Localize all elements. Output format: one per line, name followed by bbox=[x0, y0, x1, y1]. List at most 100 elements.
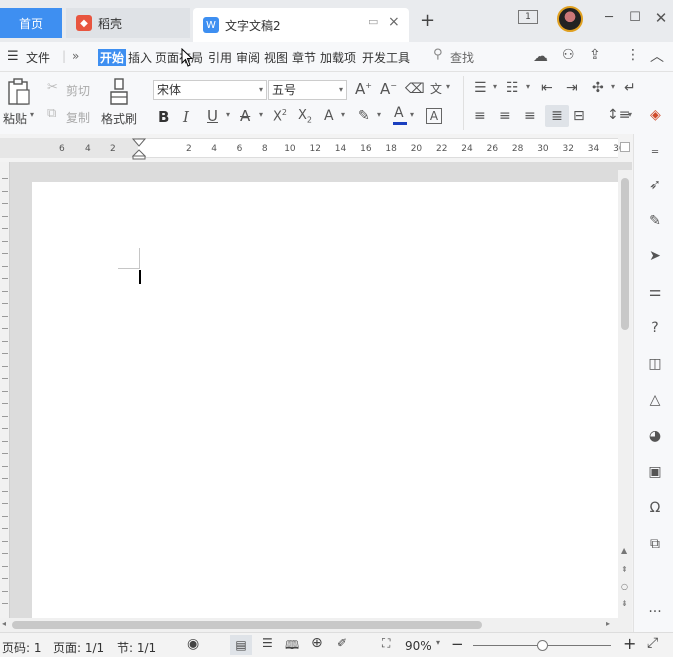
chevron-down-icon[interactable]: ▾ bbox=[377, 110, 381, 119]
shrink-font-icon[interactable]: A− bbox=[380, 80, 397, 98]
omega-icon[interactable]: Ω bbox=[646, 499, 664, 517]
more-tabs-icon[interactable]: » bbox=[72, 49, 79, 63]
pen-icon[interactable]: ✎ bbox=[646, 212, 664, 230]
new-tab-icon[interactable]: + bbox=[420, 10, 435, 31]
chevron-down-icon[interactable]: ▾ bbox=[493, 82, 497, 91]
writing-mode-icon[interactable]: ✐ bbox=[337, 636, 347, 650]
menu-tab-developer[interactable]: 开发工具 bbox=[362, 49, 410, 66]
menu-tab-insert[interactable]: 插入 bbox=[128, 49, 152, 66]
align-right-icon[interactable]: ≡ bbox=[524, 108, 536, 124]
more-options-icon[interactable]: ⋮ bbox=[626, 47, 640, 63]
bullet-list-icon[interactable]: ☰ bbox=[474, 80, 487, 96]
web-view-icon[interactable]: ⊕ bbox=[311, 635, 323, 651]
search-icon[interactable]: ⚲ bbox=[433, 47, 443, 62]
palette-icon[interactable]: ◕ bbox=[646, 427, 664, 445]
vertical-scrollbar[interactable]: ▲ ⇞ ○ ⇟ bbox=[618, 170, 632, 618]
minimize-icon[interactable]: ─ bbox=[600, 9, 618, 27]
image-icon[interactable]: ▣ bbox=[646, 463, 664, 481]
align-left-icon[interactable]: ≡ bbox=[474, 108, 486, 124]
clear-format-icon[interactable]: ⌫ bbox=[405, 81, 425, 97]
text-effect-icon[interactable]: A bbox=[324, 108, 334, 124]
format-painter-label[interactable]: 格式刷 bbox=[101, 110, 137, 127]
menu-tab-review[interactable]: 审阅 bbox=[236, 49, 260, 66]
fill-icon[interactable]: △ bbox=[646, 391, 664, 409]
help-icon[interactable]: ? bbox=[646, 319, 664, 337]
superscript-icon[interactable]: X2 bbox=[273, 108, 287, 124]
document-page[interactable] bbox=[32, 182, 618, 618]
chevron-down-icon[interactable]: ▾ bbox=[436, 638, 440, 647]
menu-tab-view[interactable]: 视图 bbox=[264, 49, 288, 66]
copy-label[interactable]: 复制 bbox=[66, 109, 90, 126]
indent-marker-icon[interactable] bbox=[132, 138, 146, 160]
fit-page-icon[interactable]: ⛶ bbox=[382, 636, 390, 651]
shapes-icon[interactable]: ◫ bbox=[646, 355, 664, 373]
scroll-left-icon[interactable]: ◂ bbox=[2, 619, 6, 628]
shading-icon[interactable]: ◈ bbox=[650, 107, 661, 123]
tab-count-icon[interactable]: 1 bbox=[518, 10, 538, 24]
zoom-in-icon[interactable]: + bbox=[623, 634, 636, 653]
close-tab-icon[interactable]: × bbox=[388, 14, 400, 30]
show-marks-icon[interactable]: ↵ bbox=[624, 80, 636, 96]
ruler-toggle-icon[interactable] bbox=[620, 142, 630, 152]
font-size-select[interactable]: 五号 ▾ bbox=[268, 80, 347, 100]
chevron-down-icon[interactable]: ▾ bbox=[628, 110, 632, 119]
chevron-down-icon[interactable]: ▾ bbox=[526, 82, 530, 91]
eye-protection-icon[interactable]: ◉ bbox=[187, 636, 199, 652]
tab-daoke[interactable]: ◆ 稻壳 bbox=[66, 8, 190, 38]
tab-home[interactable]: 首页 bbox=[0, 8, 62, 38]
distributed-align-icon[interactable]: ⊟ bbox=[573, 108, 585, 124]
grow-font-icon[interactable]: A+ bbox=[355, 80, 372, 98]
cut-label[interactable]: 剪切 bbox=[66, 82, 90, 99]
monitor-icon[interactable]: ▭ bbox=[368, 15, 378, 28]
menu-tab-addins[interactable]: 加载项 bbox=[320, 49, 356, 66]
plugin-icon[interactable]: ⧉ bbox=[646, 535, 664, 553]
chevron-down-icon[interactable]: ▾ bbox=[226, 110, 230, 119]
section-count[interactable]: 节: 1/1 bbox=[117, 639, 156, 656]
chevron-down-icon[interactable]: ▾ bbox=[611, 82, 615, 91]
zoom-slider-thumb[interactable] bbox=[536, 640, 548, 651]
hamburger-icon[interactable]: ☰ bbox=[7, 49, 19, 64]
chevron-down-icon[interactable]: ▾ bbox=[446, 82, 450, 91]
scroll-up-icon[interactable]: ▲ bbox=[621, 546, 627, 555]
italic-icon[interactable]: I bbox=[183, 108, 189, 126]
menu-tab-references[interactable]: 引用 bbox=[208, 49, 232, 66]
page-view-icon[interactable]: ▤ bbox=[230, 635, 252, 655]
reading-view-icon[interactable]: 🕮 bbox=[285, 636, 299, 657]
page-code[interactable]: 页码: 1 bbox=[2, 639, 42, 656]
char-border-icon[interactable]: A bbox=[426, 108, 442, 124]
chinese-layout-icon[interactable]: ✣ bbox=[592, 80, 604, 96]
increase-indent-icon[interactable]: ⇥ bbox=[566, 80, 578, 96]
select-browse-icon[interactable]: ○ bbox=[621, 582, 628, 591]
format-painter-icon[interactable] bbox=[108, 78, 130, 106]
cloud-sync-icon[interactable]: ☁ bbox=[533, 47, 548, 65]
zoom-out-icon[interactable]: − bbox=[451, 635, 464, 653]
pointer-icon[interactable]: ➤ bbox=[646, 247, 664, 265]
scroll-right-icon[interactable]: ▸ bbox=[606, 619, 610, 628]
paste-icon[interactable] bbox=[6, 78, 32, 106]
chevron-down-icon[interactable]: ▾ bbox=[259, 110, 263, 119]
subscript-icon[interactable]: X2 bbox=[298, 108, 312, 125]
outline-view-icon[interactable]: ☰ bbox=[262, 636, 273, 650]
align-center-icon[interactable]: ≡ bbox=[499, 108, 511, 124]
tab-document[interactable]: W 文字文稿2 ▭ × bbox=[193, 8, 409, 42]
next-page-icon[interactable]: ⇟ bbox=[621, 599, 628, 608]
page-count[interactable]: 页面: 1/1 bbox=[53, 639, 104, 656]
prev-page-icon[interactable]: ⇞ bbox=[621, 565, 628, 574]
export-icon[interactable]: ⇪ bbox=[589, 47, 601, 63]
chevron-down-icon[interactable]: ▾ bbox=[341, 110, 345, 119]
more-icon[interactable]: ··· bbox=[646, 603, 664, 621]
decrease-indent-icon[interactable]: ⇤ bbox=[541, 80, 553, 96]
fullscreen-icon[interactable]: ⤢ bbox=[647, 635, 658, 651]
justify-icon[interactable]: ≣ bbox=[545, 105, 569, 127]
strikethrough-icon[interactable]: A bbox=[240, 107, 250, 125]
zoom-level[interactable]: 90% bbox=[405, 639, 432, 653]
pinyin-guide-icon[interactable]: 文 bbox=[430, 80, 442, 97]
vertical-scroll-thumb[interactable] bbox=[621, 178, 629, 330]
numbered-list-icon[interactable]: ☷ bbox=[506, 80, 519, 96]
paste-dropdown-icon[interactable]: ▾ bbox=[30, 110, 34, 119]
menu-tab-layout[interactable]: 页面布局 bbox=[155, 49, 203, 66]
horizontal-scrollbar[interactable]: ◂ ▸ bbox=[0, 618, 632, 632]
font-color-icon[interactable]: A bbox=[394, 105, 404, 121]
underline-icon[interactable]: U bbox=[207, 107, 218, 125]
horizontal-scroll-thumb[interactable] bbox=[12, 621, 482, 629]
